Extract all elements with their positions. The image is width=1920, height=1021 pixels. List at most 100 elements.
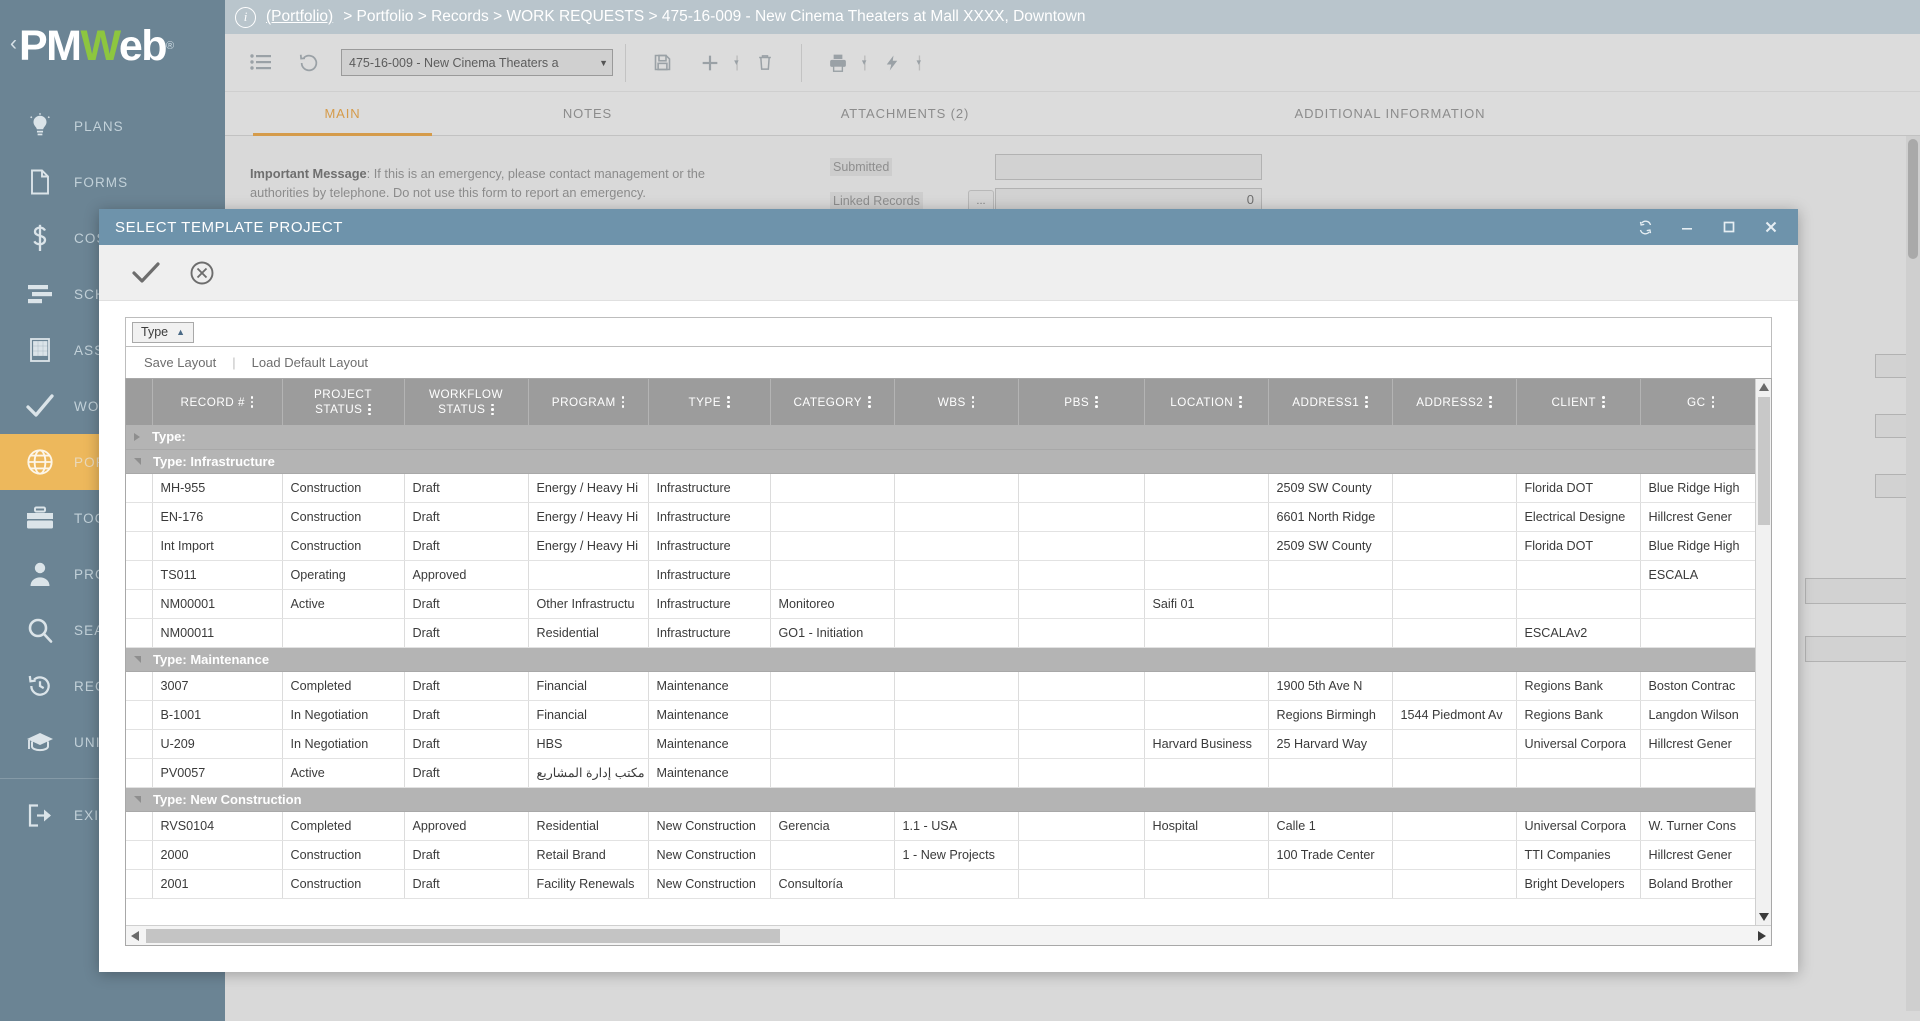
collapse-group-icon[interactable] <box>134 796 141 803</box>
table-row[interactable]: PV0057ActiveDraftمكتب إدارة المشاريع PMM… <box>126 758 1755 787</box>
add-icon[interactable] <box>686 40 734 86</box>
scroll-up-icon[interactable] <box>1759 379 1769 395</box>
minimize-icon[interactable] <box>1678 218 1696 236</box>
row-handle[interactable] <box>126 811 152 840</box>
history-icon[interactable] <box>285 40 333 86</box>
table-row[interactable]: 2000ConstructionDraftRetail BrandNew Con… <box>126 840 1755 869</box>
column-menu-icon[interactable] <box>868 396 871 408</box>
column-header-address2[interactable]: ADDRESS2 <box>1392 379 1516 425</box>
lightning-dropdown-caret-icon[interactable]: ▾ <box>917 57 922 68</box>
refresh-icon[interactable] <box>1636 218 1654 236</box>
submitted-field[interactable] <box>995 154 1262 180</box>
row-handle[interactable] <box>126 618 152 647</box>
tab-additional-information[interactable]: ADDITIONAL INFORMATION <box>1095 92 1685 135</box>
row-handle[interactable] <box>126 671 152 700</box>
table-row[interactable]: TS011OperatingApprovedInfrastructureESCA… <box>126 560 1755 589</box>
column-menu-icon[interactable] <box>1365 396 1368 408</box>
group-chip-type[interactable]: Type ▲ <box>132 322 194 343</box>
record-select[interactable]: 475-16-009 - New Cinema Theaters a ▼ <box>341 49 613 76</box>
table-row[interactable]: MH-955ConstructionDraftEnergy / Heavy Hi… <box>126 473 1755 502</box>
add-dropdown-caret-icon[interactable]: ▾ <box>734 57 739 68</box>
sort-ascending-icon[interactable]: ▲ <box>176 327 185 337</box>
table-row[interactable]: 3007CompletedDraftFinancialMaintenance19… <box>126 671 1755 700</box>
column-menu-icon[interactable] <box>1095 396 1098 408</box>
save-icon[interactable] <box>638 40 686 86</box>
table-row[interactable]: NM00001ActiveDraftOther InfrastructuInfr… <box>126 589 1755 618</box>
collapse-group-icon[interactable] <box>134 458 141 465</box>
column-header-category[interactable]: CATEGORY <box>770 379 894 425</box>
print-dropdown-caret-icon[interactable]: ▾ <box>862 57 867 68</box>
expand-group-icon[interactable] <box>134 433 140 441</box>
column-header-project_status[interactable]: PROJECTSTATUS <box>282 379 404 425</box>
column-menu-icon[interactable] <box>622 396 625 408</box>
column-menu-icon[interactable] <box>972 396 975 408</box>
row-handle[interactable] <box>126 700 152 729</box>
column-header-location[interactable]: LOCATION <box>1144 379 1268 425</box>
table-row[interactable]: EN-176ConstructionDraftEnergy / Heavy Hi… <box>126 502 1755 531</box>
row-handle[interactable] <box>126 589 152 618</box>
row-handle[interactable] <box>126 869 152 898</box>
column-menu-icon[interactable] <box>368 404 371 416</box>
column-menu-icon[interactable] <box>1712 396 1715 408</box>
column-menu-icon[interactable] <box>251 396 254 408</box>
date-field-1[interactable] <box>1805 578 1920 604</box>
grid-group-row[interactable]: Type: Infrastructure <box>126 449 1755 473</box>
column-header-type[interactable]: TYPE <box>648 379 770 425</box>
column-menu-icon[interactable] <box>1602 396 1605 408</box>
table-row[interactable]: Int ImportConstructionDraftEnergy / Heav… <box>126 531 1755 560</box>
tab-attachments[interactable]: ATTACHMENTS (2) <box>715 92 1095 135</box>
table-row[interactable]: U-209In NegotiationDraftHBSMaintenanceHa… <box>126 729 1755 758</box>
column-menu-icon[interactable] <box>1239 396 1242 408</box>
tab-notes[interactable]: NOTES <box>460 92 715 135</box>
date-field-2[interactable] <box>1805 636 1920 662</box>
grid-vertical-scroll-thumb[interactable] <box>1758 397 1770 525</box>
grid-horizontal-scrollbar[interactable] <box>126 925 1771 945</box>
grid-horizontal-scroll-thumb[interactable] <box>146 929 780 943</box>
collapse-group-icon[interactable] <box>134 656 141 663</box>
print-icon[interactable] <box>814 40 862 86</box>
column-menu-icon[interactable] <box>491 404 494 416</box>
row-handle[interactable] <box>126 502 152 531</box>
table-row[interactable]: 2001ConstructionDraftFacility RenewalsNe… <box>126 869 1755 898</box>
column-header-program[interactable]: PROGRAM <box>528 379 648 425</box>
info-icon[interactable]: i <box>235 7 256 28</box>
tab-main[interactable]: MAIN <box>225 92 460 135</box>
breadcrumb-root-link[interactable]: (Portfolio) <box>266 8 333 26</box>
page-scrollbar[interactable] <box>1906 136 1920 1011</box>
page-scrollbar-thumb[interactable] <box>1908 139 1918 259</box>
column-header-pbs[interactable]: PBS <box>1018 379 1144 425</box>
row-handle[interactable] <box>126 560 152 589</box>
row-handle[interactable] <box>126 729 152 758</box>
table-row[interactable]: B-1001In NegotiationDraftFinancialMainte… <box>126 700 1755 729</box>
close-icon[interactable] <box>1762 218 1780 236</box>
column-header-workflow_status[interactable]: WORKFLOWSTATUS <box>404 379 528 425</box>
scroll-right-icon[interactable] <box>1753 931 1771 941</box>
grid-group-row[interactable]: Type: New Construction <box>126 787 1755 811</box>
confirm-button[interactable] <box>131 260 161 286</box>
maximize-icon[interactable] <box>1720 218 1738 236</box>
grid-group-row[interactable]: Type: Maintenance <box>126 647 1755 671</box>
row-handle[interactable] <box>126 473 152 502</box>
column-menu-icon[interactable] <box>1489 396 1492 408</box>
delete-icon[interactable] <box>741 40 789 86</box>
row-handle[interactable] <box>126 531 152 560</box>
column-menu-icon[interactable] <box>727 396 730 408</box>
save-layout-link[interactable]: Save Layout <box>144 355 216 370</box>
grid-vertical-scrollbar[interactable] <box>1755 379 1771 925</box>
scroll-left-icon[interactable] <box>126 931 144 941</box>
column-header-record[interactable]: RECORD # <box>152 379 282 425</box>
cancel-button[interactable] <box>189 260 215 286</box>
scroll-down-icon[interactable] <box>1759 909 1769 925</box>
column-header-gc[interactable]: GC <box>1640 379 1755 425</box>
row-handle[interactable] <box>126 758 152 787</box>
table-row[interactable]: NM00011DraftResidentialInfrastructureGO1… <box>126 618 1755 647</box>
load-default-layout-link[interactable]: Load Default Layout <box>252 355 368 370</box>
app-logo[interactable]: ‹ PMWeb ® <box>0 0 225 92</box>
column-header-client[interactable]: CLIENT <box>1516 379 1640 425</box>
column-header-wbs[interactable]: WBS <box>894 379 1018 425</box>
grid-group-row[interactable]: Type: <box>126 425 1755 449</box>
table-row[interactable]: RVS0104CompletedApprovedResidentialNew C… <box>126 811 1755 840</box>
row-handle[interactable] <box>126 840 152 869</box>
sidebar-item-plans[interactable]: PLANS <box>0 98 225 154</box>
lightning-icon[interactable] <box>868 40 916 86</box>
